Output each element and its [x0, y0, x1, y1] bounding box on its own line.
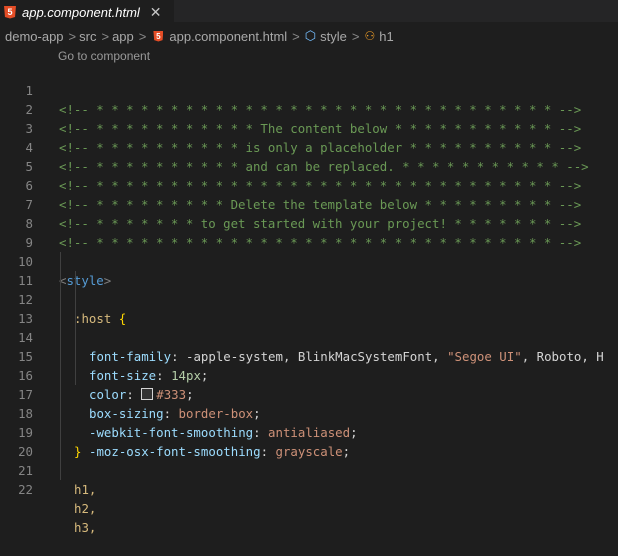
- code-line: 15 box-sizing: border-box;: [0, 328, 618, 421]
- html5-icon: 5: [153, 30, 164, 42]
- css-selector: h1,: [74, 482, 97, 497]
- code-line: 3 <!-- * * * * * * * * * * is only a pla…: [0, 100, 618, 155]
- close-icon[interactable]: ✕: [150, 4, 162, 21]
- css-selector: h3,: [74, 520, 97, 535]
- code-line: 9: [0, 214, 618, 250]
- code-line: 18 }: [0, 385, 618, 459]
- indent-guide: [60, 271, 61, 290]
- codelens-go-to-component[interactable]: Go to component: [58, 49, 150, 63]
- code-line: 12 font-family: -apple-system, BlinkMacS…: [0, 271, 618, 364]
- breadcrumb-item-h1[interactable]: h1: [379, 29, 393, 44]
- code-line: 21 h2,: [0, 442, 618, 516]
- chevron-right-icon: >: [138, 28, 147, 44]
- breadcrumb-item-app[interactable]: app: [112, 29, 134, 44]
- code-line: 17 -moz-osx-font-smoothing: grayscale;: [0, 366, 618, 459]
- code-line: 7 <!-- * * * * * * * to get started with…: [0, 176, 618, 231]
- code-line: 10 <style>: [0, 233, 618, 288]
- chevron-right-icon: >: [292, 28, 300, 44]
- html5-icon: 5: [4, 5, 16, 19]
- indent-guide: [75, 328, 76, 347]
- code-line: 20 h1,: [0, 423, 618, 497]
- indent-guide: [75, 290, 76, 309]
- breadcrumb-item-demo-app[interactable]: demo-app: [0, 29, 64, 44]
- indent-guide: [60, 404, 61, 423]
- line-number: 22: [18, 482, 33, 497]
- breadcrumb-item-style[interactable]: style: [320, 29, 347, 44]
- breadcrumb: demo-app > src > app > 5 app.component.h…: [0, 26, 618, 46]
- tab-app-component-html[interactable]: 5 app.component.html ✕: [0, 0, 174, 23]
- indent-guide: [75, 309, 76, 328]
- indent-guide: [60, 328, 61, 347]
- indent-guide: [75, 271, 76, 290]
- code-line: 13 font-size: 14px;: [0, 290, 618, 383]
- chevron-right-icon: >: [68, 28, 77, 44]
- code-line: 8 <!-- * * * * * * * * * * * * * * * * *…: [0, 195, 618, 250]
- indent-guide: [60, 290, 61, 309]
- indent-guide: [60, 347, 61, 366]
- css-selector: h2,: [74, 501, 97, 516]
- code-line: 11 :host {: [0, 252, 618, 326]
- symbol-element-icon: ⚇: [364, 29, 376, 43]
- code-line: 5 <!-- * * * * * * * * * * * * * * * * *…: [0, 138, 618, 193]
- indent-guide: [60, 385, 61, 404]
- code-line: 16 -webkit-font-smoothing: antialiased;: [0, 347, 618, 440]
- breadcrumb-item-src[interactable]: src: [79, 29, 96, 44]
- code-line: 4 <!-- * * * * * * * * * * and can be re…: [0, 119, 618, 174]
- indent-guide: [75, 347, 76, 366]
- code-line: 2 <!-- * * * * * * * * * * * The content…: [0, 81, 618, 136]
- code-line: 1 <!-- * * * * * * * * * * * * * * * * *…: [0, 62, 618, 117]
- indent-guide: [60, 366, 61, 385]
- chevron-right-icon: >: [101, 28, 110, 44]
- chevron-right-icon: >: [351, 28, 360, 44]
- tab-bar: 5 app.component.html ✕: [0, 0, 618, 23]
- code-line: 19: [0, 404, 618, 440]
- indent-guide: [60, 252, 61, 271]
- symbol-class-icon: ⬡: [304, 28, 317, 43]
- indent-guide: [60, 442, 61, 461]
- code-line: 6 <!-- * * * * * * * * * Delete the temp…: [0, 157, 618, 212]
- tab-title: app.component.html: [22, 4, 140, 20]
- indent-guide: [60, 423, 61, 442]
- code-line: 14 color: #333;: [0, 309, 618, 402]
- breadcrumb-item-file[interactable]: app.component.html: [169, 29, 287, 44]
- indent-guide: [60, 309, 61, 328]
- indent-guide: [75, 366, 76, 385]
